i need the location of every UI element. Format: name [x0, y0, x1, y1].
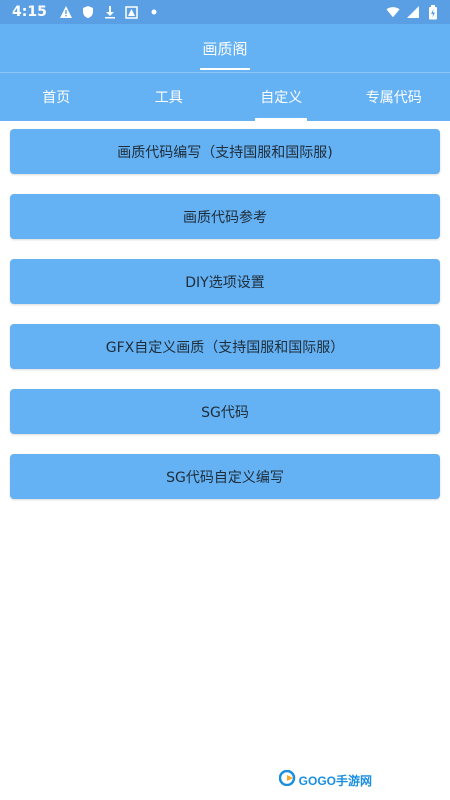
tab-tools[interactable]: 工具 — [113, 73, 226, 121]
quality-code-write-button[interactable]: 画质代码编写（支持国服和国际服) — [10, 129, 440, 174]
gfx-custom-quality-button[interactable]: GFX自定义画质（支持国服和国际服） — [10, 324, 440, 369]
button-list: 画质代码编写（支持国服和国际服) 画质代码参考 DIY选项设置 GFX自定义画质… — [0, 121, 450, 499]
download-icon — [103, 5, 117, 19]
diy-options-button[interactable]: DIY选项设置 — [10, 259, 440, 304]
dot-icon — [147, 5, 161, 19]
wifi-icon — [386, 5, 400, 19]
status-right — [386, 4, 440, 19]
status-bar: 4:15 — [0, 0, 450, 24]
battery-icon — [426, 4, 440, 19]
sg-code-custom-write-button[interactable]: SG代码自定义编写 — [10, 454, 440, 499]
title-indicator — [200, 68, 250, 70]
tab-bar: 首页 工具 自定义 专属代码 — [0, 73, 450, 121]
app-header: 画质阁 — [0, 24, 450, 72]
watermark: GOGO手游网 — [278, 769, 372, 790]
shield-icon — [81, 5, 95, 19]
status-time: 4:15 — [12, 4, 47, 20]
watermark-logo-icon — [278, 769, 297, 790]
tab-exclusive-code[interactable]: 专属代码 — [338, 73, 450, 121]
quality-code-reference-button[interactable]: 画质代码参考 — [10, 194, 440, 239]
app-icon — [125, 5, 139, 19]
status-left: 4:15 — [12, 4, 161, 20]
watermark-text: GOGO手游网 — [298, 773, 372, 788]
sg-code-button[interactable]: SG代码 — [10, 389, 440, 434]
signal-icon — [406, 5, 420, 19]
tab-home[interactable]: 首页 — [0, 73, 113, 121]
page-title: 画质阁 — [202, 39, 248, 58]
alert-icon — [59, 5, 73, 19]
tab-custom[interactable]: 自定义 — [225, 73, 338, 121]
